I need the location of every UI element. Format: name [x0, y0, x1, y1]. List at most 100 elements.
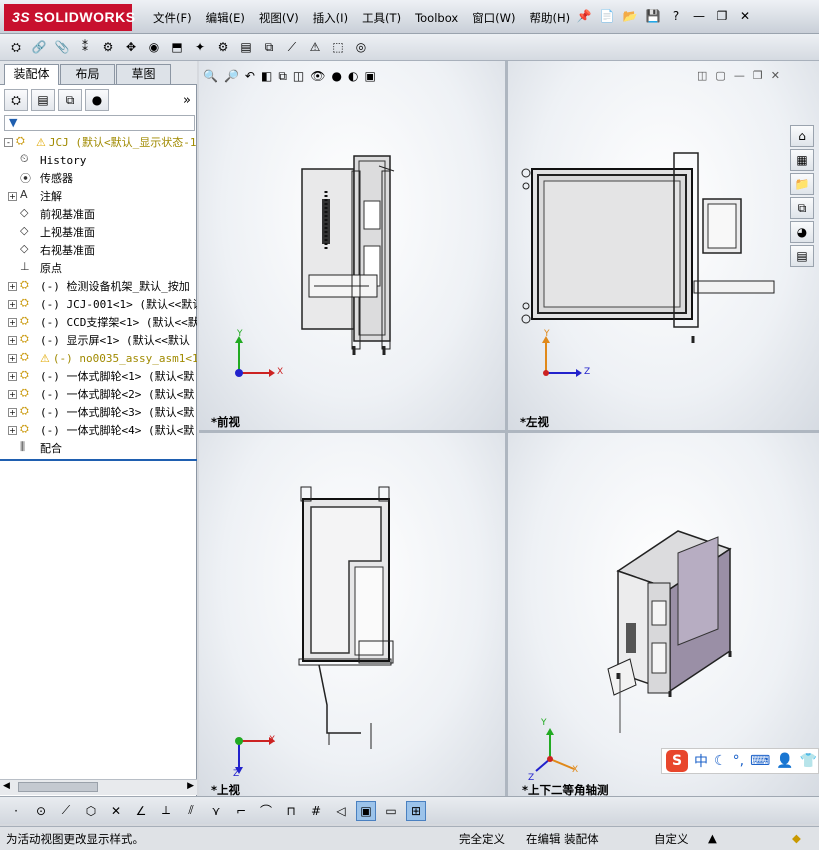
- tree-item[interactable]: ◇ 前视基准面: [8, 205, 95, 223]
- single-viewport-icon[interactable]: ▭: [381, 801, 401, 821]
- tree-expander[interactable]: [8, 264, 17, 273]
- tree-item[interactable]: + ⛭ (-) CCD支撑架<1> (默认<<默: [8, 313, 197, 331]
- skin-icon[interactable]: 👕: [800, 753, 817, 769]
- viewport-isometric[interactable]: Y X Z *上下二等角轴测: [508, 433, 819, 796]
- tree-item[interactable]: + ⛭ (-) 一体式脚轮<1> (默认<默: [8, 367, 194, 385]
- view-orientation-icon[interactable]: ⧉: [278, 69, 287, 84]
- viewport-restore-button[interactable]: ❐: [753, 69, 763, 82]
- punctuation-icon[interactable]: °,: [733, 753, 744, 769]
- view-settings-icon[interactable]: ▣: [364, 69, 375, 84]
- reference-geometry-icon[interactable]: ✦: [190, 37, 210, 57]
- design-library-icon[interactable]: ▦: [790, 149, 814, 171]
- link-views-icon[interactable]: ◫: [697, 69, 707, 82]
- tree-item[interactable]: ⦿ 传感器: [8, 169, 73, 187]
- tree-expander[interactable]: +: [8, 317, 17, 327]
- bill-of-materials-icon[interactable]: ▤: [236, 37, 256, 57]
- tab-layout[interactable]: 布局: [60, 64, 115, 84]
- tree-expander[interactable]: [8, 156, 17, 165]
- smart-fasteners-icon[interactable]: ⚙: [98, 37, 118, 57]
- scroll-left-icon[interactable]: ◀: [3, 781, 10, 791]
- interference-detection-icon[interactable]: ⚠: [305, 37, 325, 57]
- plane-icon[interactable]: ◁: [331, 801, 351, 821]
- zoom-to-fit-icon[interactable]: 🔍: [203, 69, 218, 84]
- menu-view[interactable]: 视图(V): [252, 9, 306, 27]
- help-icon[interactable]: ?: [666, 6, 686, 26]
- horizontal-scrollbar[interactable]: ◀ ▶: [0, 779, 197, 795]
- restore-window-button[interactable]: ❐: [712, 6, 732, 26]
- move-component-icon[interactable]: ✥: [121, 37, 141, 57]
- tree-expander[interactable]: [8, 210, 17, 219]
- expand-chevron-icon[interactable]: »: [183, 93, 191, 108]
- pin-icon[interactable]: 📌: [574, 6, 594, 26]
- tree-expander[interactable]: +: [8, 389, 17, 399]
- viewport-horizontal-splitter[interactable]: [199, 430, 819, 433]
- polygon-icon[interactable]: ⬡: [81, 801, 101, 821]
- assembly-features-icon[interactable]: ⬒: [167, 37, 187, 57]
- smart-dimension-icon[interactable]: ⟂: [156, 801, 176, 821]
- tree-expander[interactable]: +: [8, 353, 17, 363]
- point-icon[interactable]: ·: [6, 801, 26, 821]
- view-palette-icon[interactable]: ⧉: [790, 197, 814, 219]
- solidworks-resources-icon[interactable]: ⌂: [790, 125, 814, 147]
- tree-filter-input[interactable]: ▼: [4, 115, 195, 131]
- tab-assembly[interactable]: 装配体: [4, 64, 59, 85]
- tree-expander[interactable]: [8, 246, 17, 255]
- viewport-minimize-button[interactable]: —: [734, 69, 745, 82]
- tab-sketch[interactable]: 草图: [116, 64, 171, 84]
- close-window-button[interactable]: ✕: [735, 6, 755, 26]
- menu-insert[interactable]: 插入(I): [306, 9, 355, 27]
- corner-icon[interactable]: ⌐: [231, 801, 251, 821]
- tree-item[interactable]: + ⛭ (-) 一体式脚轮<4> (默认<默: [8, 421, 194, 439]
- tree-item[interactable]: ⫼ 配合: [8, 439, 62, 457]
- status-units[interactable]: 自定义: [654, 831, 689, 847]
- menu-edit[interactable]: 编辑(E): [199, 9, 252, 27]
- tree-item[interactable]: ◇ 上视基准面: [8, 223, 95, 241]
- solidworks-logo[interactable]: 3S SOLIDWORKS: [4, 4, 135, 31]
- tree-item[interactable]: ⏲ History: [8, 151, 86, 169]
- sogou-logo[interactable]: S: [666, 750, 688, 772]
- tree-item[interactable]: + ⛭ (-) 一体式脚轮<2> (默认<默: [8, 385, 194, 403]
- viewport-vertical-splitter[interactable]: [505, 61, 508, 796]
- exploded-view-icon[interactable]: ⧉: [259, 37, 279, 57]
- scroll-thumb[interactable]: [18, 782, 98, 792]
- mate-icon[interactable]: 🔗: [29, 37, 49, 57]
- scroll-right-icon[interactable]: ▶: [187, 781, 194, 791]
- minimize-window-button[interactable]: —: [689, 6, 709, 26]
- new-document-icon[interactable]: 📄: [597, 6, 617, 26]
- line-icon[interactable]: ⟋: [56, 801, 76, 821]
- ime-language[interactable]: 中: [694, 751, 708, 771]
- tree-expander[interactable]: +: [8, 335, 17, 345]
- keyboard-icon[interactable]: ⌨: [750, 753, 770, 769]
- graphics-area[interactable]: 🔍 🔎 ↶ ◧ ⧉ ◫ 👁 ● ◐ ▣ ◫ ▢ — ❐ ✕ Y X *前视 Y …: [199, 61, 819, 796]
- edit-appearance-icon[interactable]: ●: [331, 69, 341, 84]
- tree-expander[interactable]: +: [8, 191, 17, 201]
- show-hidden-icon[interactable]: ◉: [144, 37, 164, 57]
- zoom-to-area-icon[interactable]: 🔎: [224, 69, 239, 84]
- menu-help[interactable]: 帮助(H): [523, 9, 578, 27]
- tree-expander[interactable]: [8, 228, 17, 237]
- four-viewport-icon[interactable]: ⊞: [406, 800, 426, 821]
- trim-icon[interactable]: ✕: [106, 801, 126, 821]
- tree-item[interactable]: + A 注解: [8, 187, 62, 205]
- mirror-icon[interactable]: ⫽: [181, 801, 201, 821]
- viewport-close-button[interactable]: ✕: [771, 69, 780, 82]
- user-icon[interactable]: 👤: [776, 753, 793, 769]
- tree-item[interactable]: + ⛭ (-) JCJ-001<1> (默认<<默认: [8, 295, 197, 313]
- property-manager-icon[interactable]: ▤: [31, 89, 55, 111]
- units-dropdown-icon[interactable]: ▲: [708, 831, 717, 845]
- menu-file[interactable]: 文件(F): [146, 9, 199, 27]
- display-manager-icon[interactable]: ●: [85, 89, 109, 111]
- viewport-left[interactable]: Y Z *左视: [508, 61, 819, 430]
- tree-item[interactable]: ⊥ 原点: [8, 259, 62, 277]
- circle-icon[interactable]: ⊙: [31, 801, 51, 821]
- tree-item[interactable]: + ⛭ (-) 检测设备机架_默认_按加: [8, 277, 190, 295]
- tree-item[interactable]: + ⛭ ⚠ (-) no0035_assy_asm1<1>: [8, 349, 197, 367]
- configuration-manager-icon[interactable]: ⧉: [58, 89, 82, 111]
- featuremanager-tree-icon[interactable]: ⛭: [4, 89, 28, 111]
- file-explorer-icon[interactable]: 📁: [790, 173, 814, 195]
- appearances-icon[interactable]: ◕: [790, 221, 814, 243]
- menu-window[interactable]: 窗口(W): [465, 9, 522, 27]
- grid-icon[interactable]: #: [306, 801, 326, 821]
- tree-item[interactable]: + ⛭ (-) 显示屏<1> (默认<<默认: [8, 331, 190, 349]
- tree-expander[interactable]: [8, 444, 17, 453]
